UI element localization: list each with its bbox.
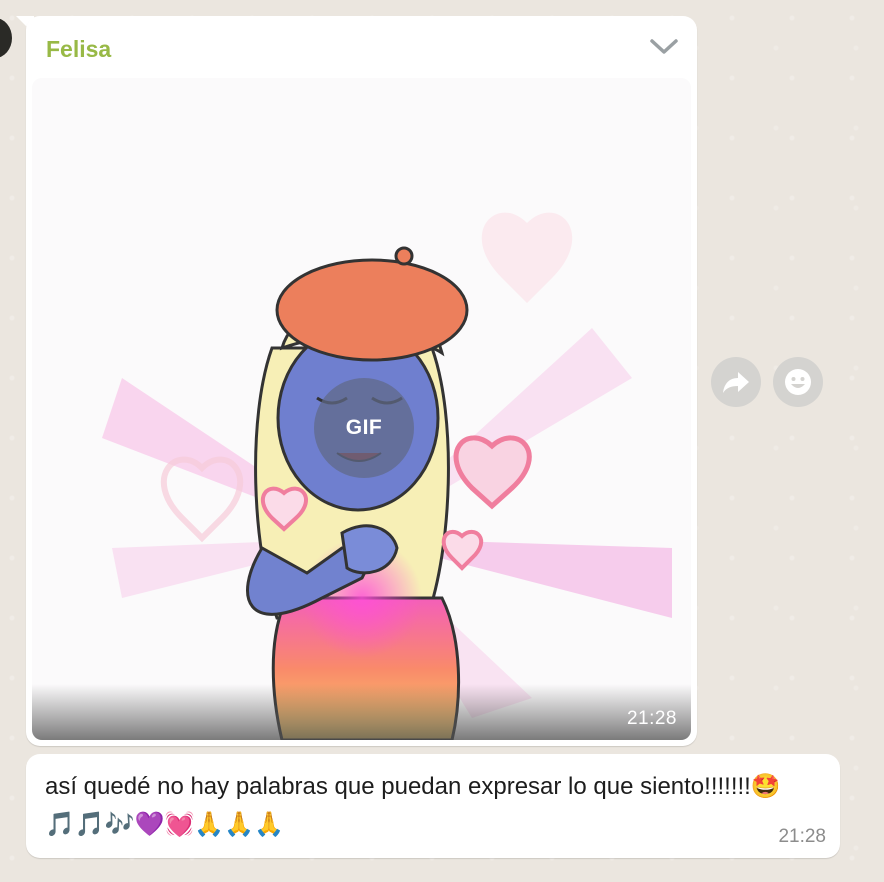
forward-button[interactable] (711, 357, 761, 407)
forward-arrow-icon (723, 372, 749, 393)
gif-message-time: 21:28 (626, 708, 677, 729)
media-footer-gradient: 21:28 (32, 684, 691, 740)
sender-name[interactable]: Felisa (46, 36, 111, 63)
smiley-icon (785, 369, 811, 395)
gif-play-badge[interactable]: GIF (314, 378, 414, 478)
text-message-bubble[interactable]: así quedé no hay palabras que puedan exp… (26, 754, 840, 858)
gif-message-bubble[interactable]: Felisa GIF 21:28 (26, 16, 697, 746)
gif-label: GIF (345, 416, 383, 439)
message-text: así quedé no hay palabras que puedan exp… (45, 773, 781, 838)
react-button[interactable] (773, 357, 823, 407)
gif-media[interactable]: GIF 21:28 (32, 78, 691, 740)
text-message-time: 21:28 (778, 826, 826, 847)
chevron-down-icon[interactable] (647, 36, 681, 58)
